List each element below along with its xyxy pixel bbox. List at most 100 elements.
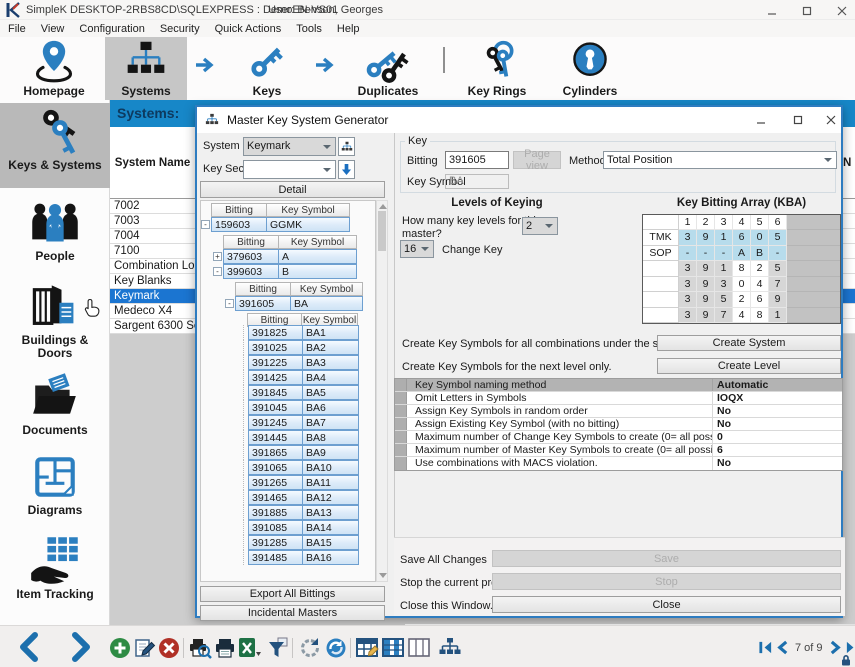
close-dialog-button[interactable]: Close bbox=[492, 596, 841, 613]
tree-row-change-key[interactable]: 391445BA8 bbox=[243, 430, 359, 445]
table-edit-view-button[interactable] bbox=[356, 636, 380, 660]
toolbar-homepage[interactable]: Homepage bbox=[8, 37, 100, 100]
dialog-close-button[interactable] bbox=[815, 107, 847, 133]
tree-row-change-key[interactable]: 391845BA5 bbox=[243, 385, 359, 400]
menu-configuration[interactable]: Configuration bbox=[79, 23, 144, 35]
add-button[interactable] bbox=[108, 636, 132, 660]
menu-security[interactable]: Security bbox=[160, 23, 200, 35]
print-button[interactable] bbox=[213, 636, 237, 660]
close-button[interactable] bbox=[829, 3, 855, 18]
tree-row-b[interactable]: 399603B bbox=[223, 264, 357, 279]
back-button[interactable] bbox=[14, 631, 46, 663]
tree-row-change-key[interactable]: 391825BA1 bbox=[243, 325, 359, 340]
method-select[interactable]: Total Position bbox=[603, 151, 837, 169]
sidebar-item-documents[interactable]: Documents bbox=[0, 368, 110, 448]
setting-row[interactable]: Key Symbol naming methodAutomatic bbox=[395, 379, 842, 392]
page-view-button[interactable]: Page view bbox=[513, 151, 561, 169]
tree-row-change-key[interactable]: 391285BA15 bbox=[243, 535, 359, 550]
key-section-go-button[interactable] bbox=[338, 160, 355, 179]
print-preview-button[interactable] bbox=[188, 636, 212, 660]
sidebar-item-people[interactable]: People bbox=[0, 192, 110, 274]
maximize-button[interactable] bbox=[794, 3, 820, 18]
previous-record-button[interactable] bbox=[776, 640, 789, 655]
toolbar-duplicates[interactable]: Duplicates bbox=[338, 37, 438, 100]
tree-header-key-symbol[interactable]: Key Symbol bbox=[266, 203, 350, 217]
tree-row-change-key[interactable]: 391265BA11 bbox=[243, 475, 359, 490]
sidebar-item-keys-systems[interactable]: Keys & Systems bbox=[0, 103, 110, 188]
tree-header-bitting[interactable]: Bitting bbox=[235, 282, 291, 296]
tree-row-change-key[interactable]: 391045BA6 bbox=[243, 400, 359, 415]
menu-tools[interactable]: Tools bbox=[296, 23, 322, 35]
next-record-button[interactable] bbox=[829, 640, 842, 655]
tree-expander[interactable]: - bbox=[213, 267, 222, 276]
hierarchy-view-button[interactable] bbox=[438, 636, 462, 660]
sidebar-item-diagrams[interactable]: Diagrams bbox=[0, 448, 110, 530]
menu-view[interactable]: View bbox=[41, 23, 65, 35]
stop-button[interactable]: Stop bbox=[492, 573, 841, 590]
filter-button[interactable] bbox=[266, 636, 290, 660]
tree-row-change-key[interactable]: 391065BA10 bbox=[243, 460, 359, 475]
tree-header-key-symbol[interactable]: Key Symbol bbox=[290, 282, 363, 296]
tree-expander[interactable]: + bbox=[213, 252, 222, 261]
menu-quick-actions[interactable]: Quick Actions bbox=[215, 23, 282, 35]
edit-button[interactable] bbox=[133, 636, 157, 660]
tree-row-change-key[interactable]: 391225BA3 bbox=[243, 355, 359, 370]
sidebar-item-buildings-doors[interactable]: Buildings & Doors bbox=[0, 276, 110, 368]
setting-row[interactable]: Omit Letters in SymbolsIOQX bbox=[395, 392, 842, 405]
tree-row-change-key[interactable]: 391865BA9 bbox=[243, 445, 359, 460]
export-all-bittings-button[interactable]: Export All Bittings bbox=[200, 586, 385, 602]
toolbar-cylinders[interactable]: Cylinders bbox=[548, 37, 632, 100]
tree-header-key-symbol[interactable]: Key Symbol bbox=[278, 235, 357, 249]
tree-header-bitting[interactable]: Bitting bbox=[223, 235, 279, 249]
system-select[interactable]: Keymark bbox=[243, 137, 336, 156]
save-button[interactable]: Save bbox=[492, 550, 841, 567]
column-partial[interactable]: N bbox=[843, 157, 851, 169]
last-record-button[interactable] bbox=[845, 640, 855, 655]
menu-help[interactable]: Help bbox=[337, 23, 360, 35]
tree-scrollbar[interactable] bbox=[376, 200, 388, 582]
tree-row-change-key[interactable]: 391025BA2 bbox=[243, 340, 359, 355]
tree-expander[interactable]: - bbox=[201, 220, 210, 229]
levels-count-select[interactable]: 2 bbox=[522, 217, 558, 235]
tree-row-change-key[interactable]: 391085BA14 bbox=[243, 520, 359, 535]
setting-row[interactable]: Assign Existing Key Symbol (with no bitt… bbox=[395, 418, 842, 431]
setting-row[interactable]: Assign Key Symbols in random orderNo bbox=[395, 405, 842, 418]
toolbar-keys[interactable]: Keys bbox=[224, 37, 310, 100]
create-level-button[interactable]: Create Level bbox=[657, 358, 841, 374]
tree-row-change-key[interactable]: 391465BA12 bbox=[243, 490, 359, 505]
detail-button[interactable]: Detail bbox=[200, 181, 385, 198]
setting-row[interactable]: Use combinations with MACS violation.No bbox=[395, 457, 842, 470]
toolbar-systems[interactable]: Systems bbox=[105, 37, 187, 100]
delete-button[interactable] bbox=[157, 636, 181, 660]
setting-row[interactable]: Maximum number of Master Key Symbols to … bbox=[395, 444, 842, 457]
menu-file[interactable]: File bbox=[8, 23, 26, 35]
minimize-button[interactable] bbox=[759, 3, 785, 18]
dialog-minimize-button[interactable] bbox=[745, 107, 777, 133]
tree-row-change-key[interactable]: 391885BA13 bbox=[243, 505, 359, 520]
system-tree-button[interactable] bbox=[338, 137, 355, 156]
dialog-titlebar[interactable]: Master Key System Generator bbox=[197, 107, 841, 133]
tree-row-ba[interactable]: 391605BA bbox=[235, 296, 363, 311]
table-columns-view-button[interactable] bbox=[408, 636, 432, 660]
forward-button[interactable] bbox=[64, 631, 96, 663]
refresh-button[interactable] bbox=[298, 636, 322, 660]
tree-row-change-key[interactable]: 391485BA16 bbox=[243, 550, 359, 565]
change-key-count-select[interactable]: 16 bbox=[400, 240, 434, 258]
bitting-input[interactable]: 391605 bbox=[445, 151, 509, 169]
tree-row-change-key[interactable]: 391245BA7 bbox=[243, 415, 359, 430]
tree-row-a[interactable]: 379603A bbox=[223, 249, 357, 264]
first-record-button[interactable] bbox=[758, 640, 773, 655]
setting-row[interactable]: Maximum number of Change Key Symbols to … bbox=[395, 431, 842, 444]
tree-expander[interactable]: - bbox=[225, 299, 234, 308]
toolbar-key-rings[interactable]: Key Rings bbox=[452, 37, 542, 100]
tree-row-change-key[interactable]: 391425BA4 bbox=[243, 370, 359, 385]
dialog-maximize-button[interactable] bbox=[782, 107, 814, 133]
sidebar-item-item-tracking[interactable]: Item Tracking bbox=[0, 530, 110, 618]
incidental-masters-button[interactable]: Incidental Masters bbox=[200, 605, 385, 621]
create-system-button[interactable]: Create System bbox=[657, 335, 841, 351]
column-system-name[interactable]: System Name bbox=[110, 157, 195, 169]
key-section-select[interactable] bbox=[243, 160, 336, 179]
tree-row-ggmk[interactable]: 159603GGMK bbox=[211, 217, 350, 232]
export-excel-button[interactable] bbox=[238, 636, 262, 660]
table-grid-view-button[interactable] bbox=[382, 636, 406, 660]
